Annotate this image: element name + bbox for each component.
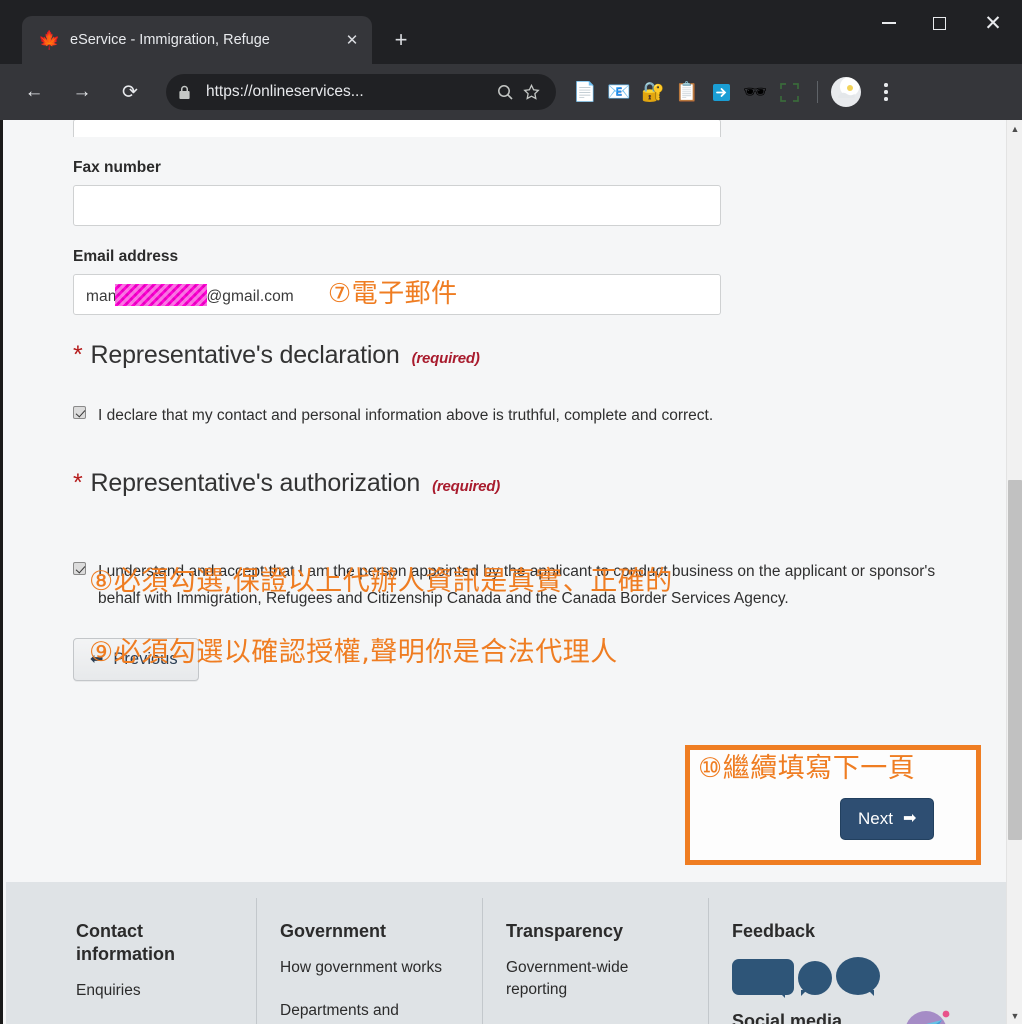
email-address-input[interactable]: man @gmail.com ⑦電子郵件: [73, 274, 721, 315]
next-button-label: Next: [858, 809, 893, 828]
zoom-out-icon[interactable]: [492, 79, 518, 105]
scroll-down-icon[interactable]: ▼: [1007, 1007, 1022, 1024]
email-address-label: Email address: [73, 248, 179, 265]
bookmark-star-icon[interactable]: [518, 79, 544, 105]
declaration-heading-row: * Representative's declaration (required…: [73, 341, 1006, 370]
footer-column-contact: Contact information Enquiries Help Centr…: [6, 920, 256, 1024]
page-title-authorization: Representative's authorization: [90, 469, 421, 497]
browser-menu-icon[interactable]: [871, 75, 901, 109]
tab-title: eService - Immigration, Refuge: [70, 32, 270, 48]
footer-column-feedback: Feedback Social media #: [708, 898, 1009, 1024]
annotation-10-next: ⑩繼續填寫下一頁: [698, 753, 916, 784]
close-window-button[interactable]: ✕: [964, 0, 1022, 46]
annotation-8-declaration: ⑧必須勾選,保證以上代辦人資訊是真實、正確的: [89, 566, 673, 597]
required-tag: (required): [411, 350, 480, 367]
email-prefix: man: [86, 287, 117, 305]
next-annotation-box: ⑩繼續填寫下一頁 Next ➡: [685, 745, 981, 865]
browser-toolbar: ← → ⟳ https://onlineservices... 📄 📧 🔐 📋 …: [0, 64, 1022, 120]
authorization-checkbox[interactable]: [73, 562, 86, 575]
email-suffix: @gmail.com: [206, 287, 294, 305]
required-star: *: [73, 341, 83, 369]
window-controls: ✕: [864, 0, 1022, 46]
url-text: https://onlineservices...: [206, 83, 364, 100]
avatar-extension-icon[interactable]: 🕶: [740, 77, 770, 107]
footer-heading-feedback: Feedback: [732, 921, 816, 941]
footer-link-enquiries[interactable]: Enquiries: [76, 980, 232, 1002]
extension-toolbar: 📄 📧 🔐 📋 🕶: [570, 75, 901, 109]
footer-heading-contact: Contact information: [76, 921, 175, 964]
maple-leaf-icon: 🍁: [38, 30, 61, 50]
footer-link-government-wide-reporting[interactable]: Government-wide reporting: [506, 957, 684, 1001]
new-tab-button[interactable]: +: [384, 23, 418, 57]
clipboard-extension-icon[interactable]: 📋: [672, 77, 702, 107]
footer-heading-transparency: Transparency: [506, 921, 624, 941]
screen-capture-icon[interactable]: [774, 77, 804, 107]
address-bar[interactable]: https://onlineservices...: [166, 74, 556, 110]
declaration-checkbox[interactable]: [73, 406, 86, 419]
watermark-logo: 鑫部落: [885, 1010, 961, 1024]
email-value-text: man @gmail.com: [86, 283, 294, 306]
footer-link-how-government-works[interactable]: How government works: [280, 957, 458, 979]
redaction-block: [115, 283, 208, 306]
web-page: Fax number Email address man @gmail.com ⑦…: [0, 120, 1009, 1024]
footer-heading-government: Government: [280, 921, 387, 941]
page-title-declaration: Representative's declaration: [90, 341, 400, 369]
declaration-checkbox-row[interactable]: I declare that my contact and personal i…: [73, 402, 1006, 429]
page-scrollbar[interactable]: ▲ ▼: [1006, 120, 1022, 1024]
close-icon[interactable]: ✕: [340, 28, 364, 52]
mail-extension-icon[interactable]: 📧: [604, 77, 634, 107]
required-star: *: [73, 469, 83, 497]
translate-extension-icon[interactable]: [706, 77, 736, 107]
toolbar-divider: [817, 81, 818, 103]
avatar[interactable]: [831, 77, 861, 107]
back-icon[interactable]: ←: [15, 73, 53, 111]
fax-number-label: Fax number: [73, 159, 161, 176]
previous-field-partial[interactable]: [73, 120, 721, 137]
password-extension-icon[interactable]: 🔐: [638, 77, 668, 107]
lock-icon: [178, 85, 196, 100]
next-button[interactable]: Next ➡: [840, 798, 935, 840]
footer-column-government: Government How government works Departme…: [256, 898, 482, 1024]
maximize-button[interactable]: [914, 0, 964, 46]
scrollbar-thumb[interactable]: [1008, 480, 1022, 840]
arrow-right-icon: ➡: [902, 810, 917, 827]
annotation-9-authorization: ⑨必須勾選以確認授權,聲明你是合法代理人: [89, 637, 618, 668]
authorization-heading-row: * Representative's authorization (requir…: [73, 469, 1006, 498]
footer-link-departments-agencies[interactable]: Departments and agencies: [280, 1000, 458, 1024]
documents-extension-icon[interactable]: 📄: [570, 77, 600, 107]
browser-window: 🍁 eService - Immigration, Refuge ✕ + ✕ ←…: [0, 0, 1022, 1024]
speech-bubbles-icon[interactable]: [732, 957, 985, 998]
page-viewport: Fax number Email address man @gmail.com ⑦…: [0, 120, 1022, 1024]
declaration-checkbox-label: I declare that my contact and personal i…: [98, 407, 714, 424]
forward-icon[interactable]: →: [63, 73, 101, 111]
scroll-up-icon[interactable]: ▲: [1007, 120, 1022, 137]
reload-icon[interactable]: ⟳: [111, 73, 149, 111]
form-content: Fax number Email address man @gmail.com ⑦…: [3, 120, 1006, 865]
footer-column-transparency: Transparency Government-wide reporting O…: [482, 898, 708, 1024]
site-footer: Contact information Enquiries Help Centr…: [6, 882, 1009, 1024]
tab-strip: 🍁 eService - Immigration, Refuge ✕ + ✕: [0, 0, 1022, 64]
required-tag: (required): [432, 478, 501, 495]
fax-number-input[interactable]: [73, 185, 721, 226]
browser-tab-eservice[interactable]: 🍁 eService - Immigration, Refuge ✕: [22, 16, 372, 64]
annotation-7-email: ⑦電子郵件: [327, 278, 458, 309]
minimize-button[interactable]: [864, 0, 914, 46]
